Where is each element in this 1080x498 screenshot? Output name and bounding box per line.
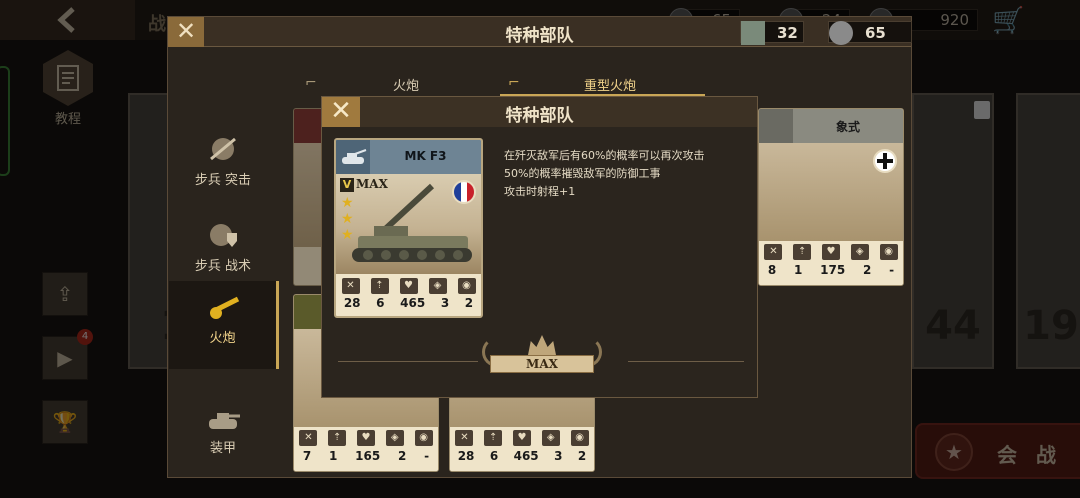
unit-card-mk-f3[interactable]: MK F3 V MAX ★ ★ ★ ✕ ⇡ ♥ ◈ ◉ 28 6 465 3 2 [334, 138, 483, 318]
unit-stats: ✕ ⇡ ♥ ◈ ◉ 7 1 165 2- [294, 427, 438, 471]
artillery-vehicle-illustration [352, 183, 472, 262]
category-armor[interactable]: 装甲 [169, 391, 277, 477]
category-infantry-assault[interactable]: 步兵 突击 [169, 123, 277, 209]
tank-icon [741, 21, 765, 45]
health-icon: ♥ [512, 430, 531, 446]
health-icon: ♥ [821, 244, 840, 260]
divider [338, 361, 478, 362]
description-line: 50%的概率摧毁敌军的防御工事 [504, 167, 661, 180]
attack-icon: ✕ [455, 430, 474, 446]
attack-icon: ✕ [299, 430, 318, 446]
unit-stats: ✕ ⇡ ♥ ◈ ◉ 28 6 465 3 2 [450, 427, 594, 471]
tank-icon [759, 109, 793, 143]
description-line: 在歼灭敌军后有60%的概率可以再次攻击 [504, 149, 705, 162]
silver-resource: 65 [828, 21, 912, 45]
sight-icon: ◉ [457, 278, 476, 294]
category-artillery[interactable]: 火炮 [169, 281, 279, 369]
unit-description: 在歼灭敌军后有60%的概率可以再次攻击 50%的概率摧毁敌军的防御工事 攻击时射… [504, 147, 744, 201]
crown-icon [528, 335, 556, 355]
helmet-shield-icon [169, 209, 277, 249]
heavy-artillery-icon: ⌐ [508, 75, 520, 91]
unit-image: V MAX ★ ★ ★ [336, 174, 481, 274]
unit-stats: ✕ ⇡ ♥ ◈ ◉ 28 6 465 3 2 [336, 274, 481, 316]
close-button[interactable]: ✕ [322, 97, 360, 127]
sight-icon: ◉ [570, 430, 589, 446]
tank-resource: 32 [740, 21, 804, 45]
close-button[interactable]: ✕ [168, 17, 204, 47]
tab-label: 火炮 [393, 79, 420, 94]
move-icon: ⇡ [484, 430, 503, 446]
sight-icon: ◉ [414, 430, 433, 446]
stat-sight: 2 [464, 296, 474, 310]
unit-card[interactable]: 象式 ✕ ⇡ ♥ ◈ ◉ 8 1 175 2- [758, 108, 904, 286]
medal-label: MAX [490, 355, 594, 373]
close-icon: ✕ [175, 17, 197, 45]
description-line: 攻击时射程+1 [504, 185, 576, 198]
sight-icon: ◉ [879, 244, 898, 260]
health-icon: ♥ [399, 278, 418, 294]
defense-icon: ◈ [850, 244, 869, 260]
divider [628, 361, 744, 362]
unit-stats: ✕ ⇡ ♥ ◈ ◉ 8 1 175 2- [759, 241, 903, 285]
close-icon: ✕ [330, 96, 352, 126]
health-icon: ♥ [356, 430, 375, 446]
unit-name: MK F3 [404, 149, 447, 163]
unit-card-header: MK F3 [336, 140, 481, 174]
move-icon: ⇡ [793, 244, 812, 260]
move-icon: ⇡ [328, 430, 347, 446]
german-cross-icon [873, 149, 897, 173]
dialog-title: 特种部队 [505, 106, 574, 126]
artillery-icon: ⌐ [305, 75, 317, 91]
cannon-icon [169, 281, 276, 321]
lock-icon [974, 101, 990, 119]
defense-icon: ◈ [428, 278, 447, 294]
attack-icon: ✕ [764, 244, 783, 260]
attack-icon: ✕ [341, 278, 360, 294]
stat-attack: 28 [343, 296, 361, 310]
stat-defense: 3 [440, 296, 450, 310]
stat-move: 6 [376, 296, 385, 310]
self-propelled-gun-icon [336, 140, 370, 174]
silver-coin-icon [829, 21, 853, 45]
dialog-header: 特种部队 [322, 97, 757, 127]
tank-icon [169, 391, 277, 431]
defense-icon: ◈ [385, 430, 404, 446]
stat-health: 465 [400, 296, 426, 310]
defense-icon: ◈ [541, 430, 560, 446]
move-icon: ⇡ [370, 278, 389, 294]
max-rank-medal: MAX [482, 333, 602, 383]
unit-detail-dialog: 特种部队 ✕ MK F3 V MAX ★ ★ ★ ✕ ⇡ ♥ ◈ ◉ 28 6 … [321, 96, 758, 398]
helmet-rifle-icon [169, 123, 277, 163]
tab-label: 重型火炮 [584, 79, 637, 94]
